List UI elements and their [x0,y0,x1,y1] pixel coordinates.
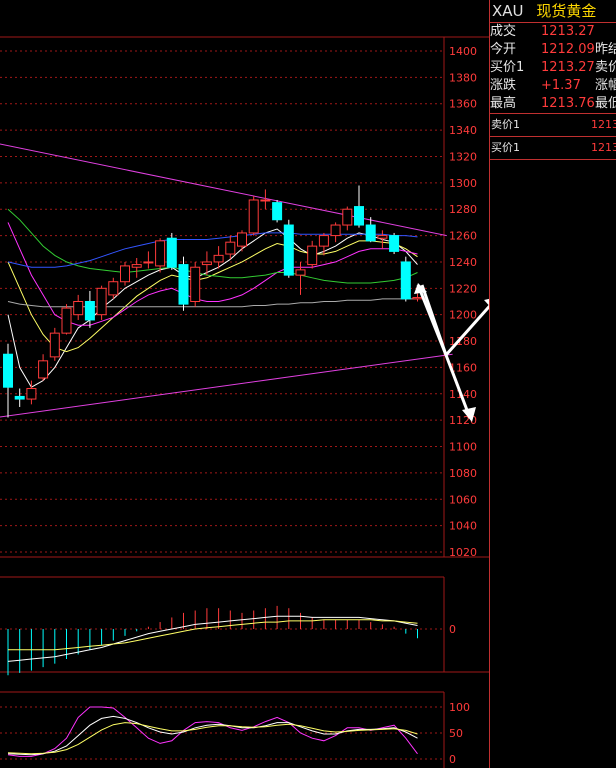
row-label: 最高 [490,96,517,111]
candle-body [307,245,318,266]
symbol-name: 现货黄金 [536,2,597,20]
trendline [0,143,447,237]
row-label-2: 涨幅 [595,78,616,93]
kdj-y-tick-label: 100 [449,701,470,714]
main-y-tick-label: 1380 [449,71,477,84]
chart-area: 1400 1380 1360 1340 1320 1300 1280 1260 1240 1220… [0,36,489,768]
quote-row-bid: 买价1 1213.27 卖价 [490,59,616,77]
candle-body [412,297,423,300]
row-label-2: 昨结 [595,42,616,57]
book-value: 1213 [591,141,616,154]
kdj-y-tick-label: 0 [449,753,456,766]
trendline [0,353,453,418]
main-y-tick-label: 1400 [449,45,477,58]
kdj-y-tick-label: 50 [449,727,463,740]
main-y-tick-label: 1360 [449,98,477,111]
candle-body [389,235,400,252]
row-label-2: 最低 [595,96,616,111]
main-y-tick-label: 1260 [449,230,477,243]
candle-body [73,301,84,316]
candle-body [61,307,72,334]
candle-body [84,301,95,321]
candle-body [49,332,60,358]
candle-body [237,232,247,247]
row-value: +1.37 [541,78,581,93]
candle-body [318,235,329,247]
quote-rows: 成交 1213.27 今开 1212.09 昨结 买价1 1213.27 卖价 … [490,23,616,113]
candle-body [272,202,283,221]
main-y-tick-label: 1320 [449,150,477,163]
candle-body [14,395,25,400]
candle-body [38,360,49,379]
main-y-tick-label: 1060 [449,493,477,506]
candle-body [225,241,236,255]
main-y-tick-label: 1080 [449,467,477,480]
main-y-tick-label: 1200 [449,309,477,322]
annotation-arrow-shaft [420,284,448,356]
book-label: 卖价1 [491,118,520,131]
row-label: 涨跌 [490,78,517,93]
candle-body [155,240,166,267]
candle-body [96,287,107,316]
row-value: 1212.09 [541,42,595,57]
candle-body [143,261,154,264]
candle-body [283,224,294,276]
candle-body [131,264,142,268]
row-label: 成交 [490,24,517,39]
candle-body [108,281,119,296]
quote-row-change: 涨跌 +1.37 涨幅 [490,77,616,95]
book-label: 买价1 [491,141,520,154]
macd-line [8,619,418,651]
candle-body [377,235,388,239]
candle-body [26,388,37,400]
candle-body [330,224,341,237]
row-label: 今开 [490,42,517,57]
macd-line [7,615,418,662]
candle-body [201,261,212,266]
candle-body [190,266,201,302]
main-y-tick-label: 1280 [449,203,477,216]
quote-panel: XAU 现货黄金 成交 1213.27 今开 1212.09 昨结 买价1 12… [489,0,616,768]
kdj-line [7,706,418,757]
candle-body [248,199,259,234]
book-row-bid: 买价1 1213 [490,137,616,160]
candle-body [3,353,13,388]
moving-average-line [7,298,418,308]
candle-body [213,254,224,263]
quote-row-high: 最高 1213.76 最低 [490,95,616,113]
quote-header: XAU 现货黄金 [490,0,616,23]
main-y-tick-label: 1240 [449,256,477,269]
order-book: 卖价1 1213 买价1 1213 [490,113,616,160]
main-y-tick-label: 1340 [449,124,477,137]
quote-row-open: 今开 1212.09 昨结 [490,41,616,59]
candle-body [120,265,130,283]
candle-body [166,237,177,268]
row-label: 买价1 [490,60,525,75]
candle-body [178,264,189,305]
candle-body [354,206,364,226]
row-label-2: 卖价 [595,60,616,75]
macd-y-tick-label: 0 [449,623,456,636]
main-y-tick-label: 1220 [449,282,477,295]
main-y-tick-label: 1040 [449,520,477,533]
candle-body [295,269,306,276]
book-row-ask: 卖价1 1213 [490,114,616,137]
candle-body [400,261,411,300]
moving-average-line [7,240,418,353]
candle-body [260,199,271,202]
row-value: 1213.27 [541,24,595,39]
candle-body [342,208,353,226]
row-value: 1213.27 [541,60,595,75]
symbol-code: XAU [492,2,524,20]
candle-body [365,224,376,242]
main-y-tick-label: 1020 [449,546,477,559]
book-value: 1213 [591,118,616,131]
main-y-tick-label: 1100 [449,441,477,454]
kdj-line [7,722,418,755]
quote-row-trade: 成交 1213.27 [490,23,616,41]
main-y-tick-label: 1300 [449,177,477,190]
row-value: 1213.76 [541,96,595,111]
